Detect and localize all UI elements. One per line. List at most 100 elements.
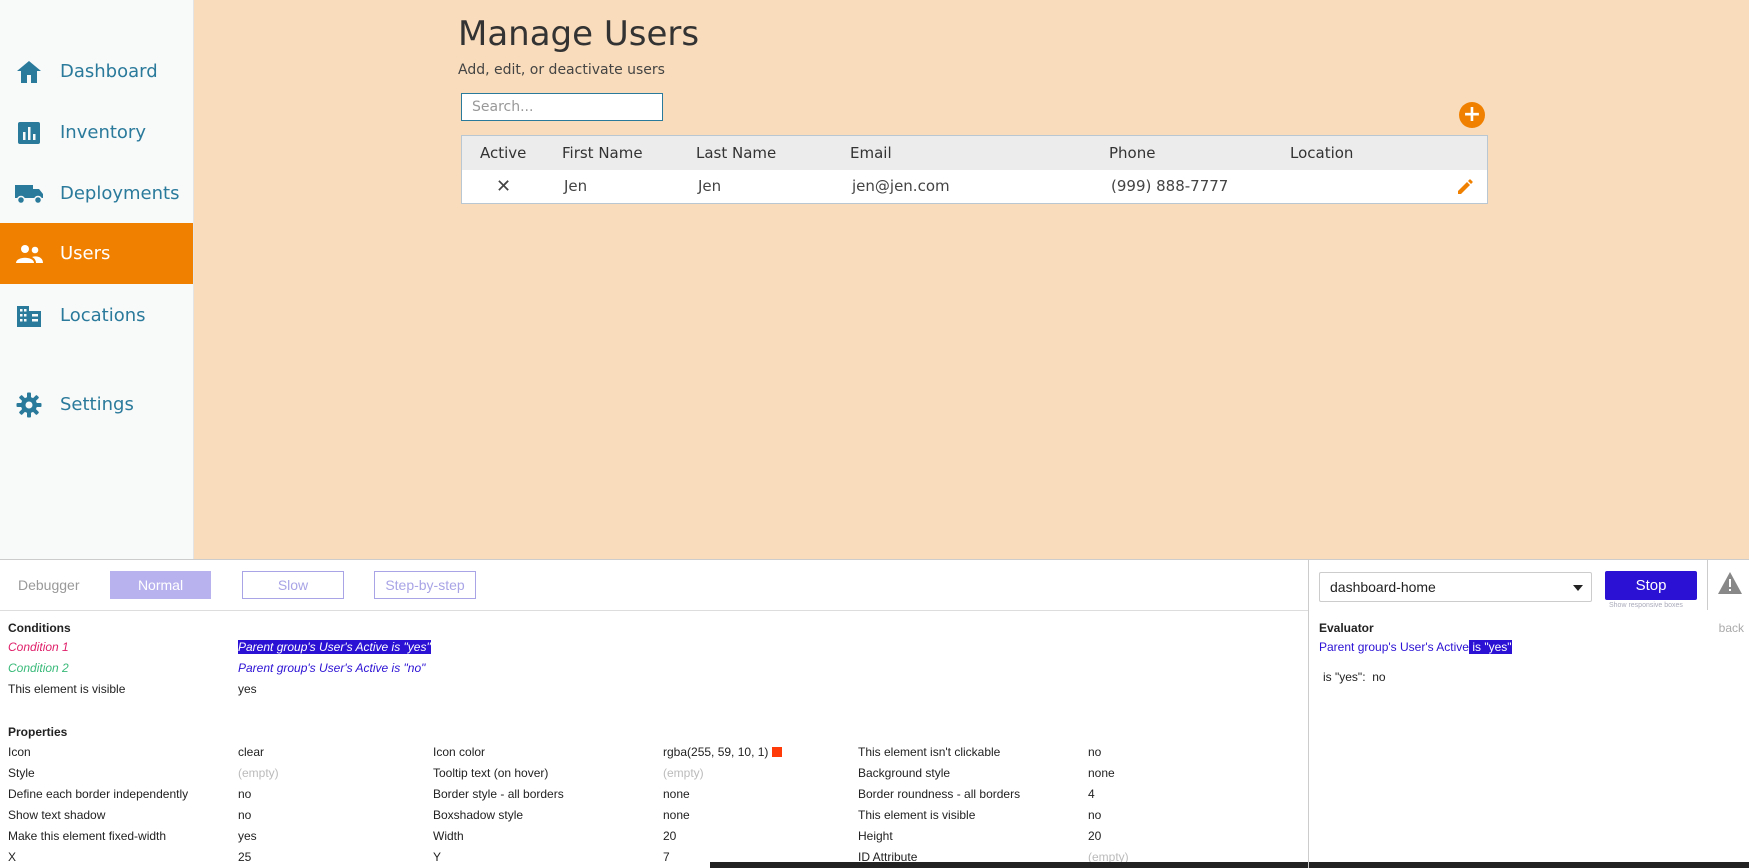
sidebar-item-label: Users — [60, 243, 111, 264]
prop-value[interactable]: none — [1088, 766, 1115, 780]
table-header: Active First Name Last Name Email Phone … — [462, 136, 1487, 170]
column-header-first-name[interactable]: First Name — [562, 136, 643, 170]
visible-condition-value: yes — [238, 682, 257, 696]
prop-label: Show text shadow — [8, 808, 106, 822]
sidebar-item-label: Dashboard — [60, 61, 158, 82]
prop-value[interactable]: 20 — [663, 829, 676, 843]
column-header-email[interactable]: Email — [850, 136, 892, 170]
prop-value[interactable]: none — [663, 808, 690, 822]
prop-value[interactable]: no — [238, 787, 251, 801]
debugger-label: Debugger — [18, 577, 80, 593]
search-input[interactable] — [461, 93, 663, 121]
sidebar-item-label: Inventory — [60, 122, 146, 143]
table-row: ✕ Jen Jen jen@jen.com (999) 888-7777 — [462, 170, 1487, 203]
chevron-down-icon — [1573, 585, 1583, 591]
evaluator-expression[interactable]: Parent group's User's Active is "yes" — [1319, 640, 1512, 654]
prop-label: Background style — [858, 766, 951, 780]
prop-label: Define each border independently — [8, 787, 189, 801]
evaluator-title: Evaluator — [1319, 621, 1374, 635]
page-select-value: dashboard-home — [1330, 579, 1436, 595]
column-header-location[interactable]: Location — [1290, 136, 1353, 170]
prop-value[interactable]: 7 — [663, 850, 670, 864]
prop-value[interactable]: 20 — [1088, 829, 1101, 843]
home-icon — [14, 57, 44, 87]
pencil-icon[interactable] — [1456, 178, 1474, 196]
visible-condition-label: This element is visible — [8, 682, 126, 696]
prop-label: Style — [8, 766, 35, 780]
debugger-toolbar: Debugger Normal Slow Step-by-step — [0, 560, 1308, 611]
icon-color-value: rgba(255, 59, 10, 1) — [663, 745, 769, 759]
gear-icon — [14, 390, 44, 420]
prop-label: Icon color — [433, 745, 486, 759]
prop-value[interactable]: no — [238, 808, 251, 822]
prop-value[interactable]: no — [1088, 745, 1101, 759]
column-header-last-name[interactable]: Last Name — [696, 136, 776, 170]
warning-button[interactable] — [1707, 560, 1749, 610]
prop-label: X — [8, 850, 17, 864]
cell-email: jen@jen.com — [852, 177, 950, 195]
debugger-panel: Debugger Normal Slow Step-by-step Condit… — [0, 559, 1749, 868]
prop-value[interactable]: rgba(255, 59, 10, 1) — [663, 745, 783, 759]
cell-phone: (999) 888-7777 — [1111, 177, 1229, 195]
bar-chart-icon — [14, 118, 44, 148]
sidebar-item-deployments[interactable]: Deployments — [0, 163, 193, 224]
sidebar-item-dashboard[interactable]: Dashboard — [0, 41, 193, 102]
condition-2-expression[interactable]: Parent group's User's Active is "no" — [238, 661, 425, 675]
prop-value[interactable]: clear — [238, 745, 264, 759]
evaluator-expression-highlight[interactable]: is "yes" — [1468, 640, 1512, 654]
prop-value[interactable]: 4 — [1088, 787, 1095, 801]
color-swatch — [772, 747, 783, 757]
prop-label: Tooltip text (on hover) — [433, 766, 549, 780]
sidebar-item-users[interactable]: Users — [0, 223, 193, 284]
prop-label: This element is visible — [858, 808, 976, 822]
evaluator-panel: dashboard-home Stop Show responsive boxe… — [1308, 560, 1749, 868]
app: Dashboard Inventory Deployments Users Lo… — [0, 0, 1749, 559]
prop-label: Width — [433, 829, 464, 843]
prop-label: Icon — [8, 745, 31, 759]
evaluator-expression-prefix: Parent group's User's Active — [1319, 640, 1469, 654]
condition-1-label[interactable]: Condition 1 — [8, 640, 69, 654]
page-subtitle: Add, edit, or deactivate users — [458, 62, 665, 78]
sidebar-item-label: Locations — [60, 305, 146, 326]
properties-title: Properties — [8, 725, 68, 739]
conditions-title: Conditions — [8, 621, 71, 635]
sidebar-item-settings[interactable]: Settings — [0, 374, 193, 435]
prop-value[interactable]: yes — [238, 829, 257, 843]
users-table: Active First Name Last Name Email Phone … — [461, 135, 1488, 204]
mode-step-button[interactable]: Step-by-step — [374, 571, 476, 599]
sidebar-item-label: Settings — [60, 394, 134, 415]
prop-value[interactable]: none — [663, 787, 690, 801]
main-content: Manage Users Add, edit, or deactivate us… — [194, 0, 1749, 559]
column-header-phone[interactable]: Phone — [1109, 136, 1155, 170]
column-header-active[interactable]: Active — [480, 136, 526, 170]
condition-1-expression[interactable]: Parent group's User's Active is "yes" — [238, 640, 431, 654]
sidebar-item-locations[interactable]: Locations — [0, 285, 193, 346]
building-icon — [14, 301, 44, 331]
page-select[interactable]: dashboard-home — [1319, 572, 1592, 602]
prop-label: Make this element fixed-width — [8, 829, 167, 843]
warning-icon — [1717, 571, 1743, 600]
cell-last-name: Jen — [698, 177, 722, 195]
add-user-button[interactable]: + — [1459, 102, 1485, 128]
prop-value[interactable]: 25 — [238, 850, 251, 864]
prop-label: Boxshadow style — [433, 808, 524, 822]
sidebar-item-inventory[interactable]: Inventory — [0, 102, 193, 163]
show-responsive-boxes-link[interactable]: Show responsive boxes — [1609, 602, 1683, 609]
mode-slow-button[interactable]: Slow — [242, 571, 344, 599]
prop-value[interactable]: (empty) — [663, 766, 704, 780]
prop-value[interactable]: no — [1088, 808, 1101, 822]
evaluator-back-link[interactable]: back — [1719, 621, 1744, 635]
prop-value[interactable]: (empty) — [238, 766, 279, 780]
mode-normal-button[interactable]: Normal — [110, 571, 211, 599]
users-icon — [14, 239, 44, 269]
sidebar-item-label: Deployments — [60, 183, 180, 204]
stop-button[interactable]: Stop — [1605, 571, 1697, 600]
evaluator-result-label: is "yes": — [1323, 670, 1366, 684]
prop-label: Height — [858, 829, 893, 843]
truck-icon — [14, 179, 44, 209]
evaluator-result-value: no — [1372, 670, 1386, 684]
condition-2-label[interactable]: Condition 2 — [8, 661, 69, 675]
prop-label: This element isn't clickable — [858, 745, 1001, 759]
prop-label: Y — [433, 850, 442, 864]
clear-icon[interactable]: ✕ — [496, 170, 511, 203]
